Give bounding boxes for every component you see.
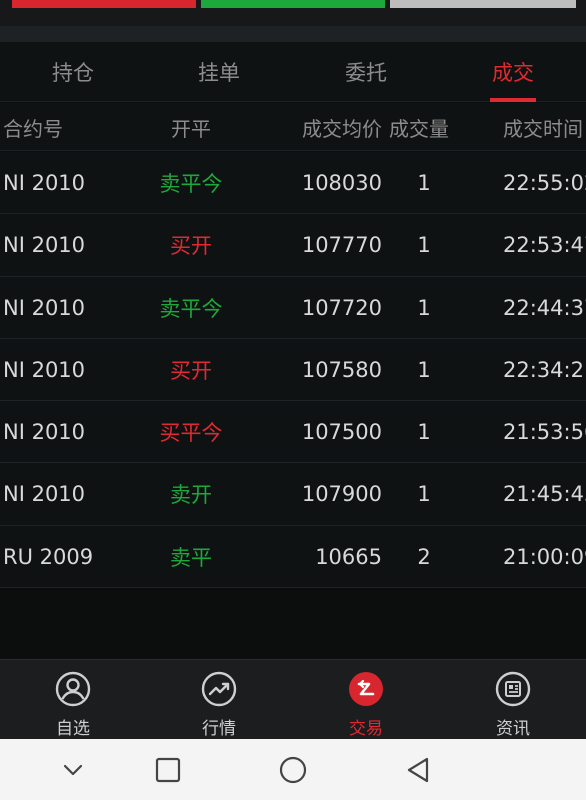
column-header-contract: 合约号 [3, 116, 63, 141]
cell-contract: NI 2010 [3, 482, 86, 507]
user-circle-icon [55, 671, 91, 707]
cell-avg-price: 107580 [301, 357, 382, 382]
nav-label: 行情 [202, 719, 236, 739]
table-row[interactable]: NI 2010 卖开 107900 1 21:45:45 [0, 463, 586, 526]
news-icon [495, 671, 531, 707]
tab-trades[interactable]: 成交 [440, 42, 586, 102]
table-row[interactable]: NI 2010 买开 107580 1 22:34:21 [0, 338, 586, 402]
table-header: 合约号 开平 成交均价 成交量 成交时间 [0, 103, 586, 151]
cell-volume: 1 [417, 357, 431, 382]
cell-contract: NI 2010 [3, 233, 86, 258]
trend-chart-icon [201, 671, 237, 707]
top-action-strip [0, 0, 586, 42]
cell-avg-price: 107900 [301, 482, 382, 507]
cell-volume: 1 [417, 482, 431, 507]
column-header-avg-price: 成交均价 [302, 116, 382, 141]
cell-time: 22:53:47 [503, 233, 586, 258]
cell-open-close: 买开 [170, 234, 212, 259]
trade-icon [349, 672, 383, 706]
cell-avg-price: 107770 [301, 233, 382, 258]
system-navigation-bar [0, 739, 586, 800]
column-header-open-close: 开平 [171, 116, 211, 141]
cell-open-close: 卖平 [170, 545, 212, 570]
cell-open-close: 卖平今 [159, 296, 223, 321]
cell-volume: 2 [417, 544, 431, 569]
active-tab-indicator [490, 98, 536, 102]
cell-contract: NI 2010 [3, 420, 86, 445]
back-triangle-icon[interactable] [401, 753, 435, 787]
table-row[interactable]: NI 2010 买开 107770 1 22:53:47 [0, 214, 586, 277]
cell-open-close: 买开 [170, 358, 212, 383]
nav-market[interactable]: 行情 [146, 660, 292, 740]
tab-pending-orders[interactable]: 挂单 [146, 42, 292, 102]
tab-entrusted-orders[interactable]: 委托 [293, 42, 439, 102]
nav-trade[interactable]: 交易 [293, 660, 439, 740]
cell-time: 21:45:45 [503, 482, 586, 507]
cell-time: 22:34:21 [503, 357, 586, 382]
cell-avg-price: 10665 [315, 544, 382, 569]
close-position-button[interactable] [390, 0, 576, 8]
cell-volume: 1 [417, 171, 431, 195]
cell-contract: NI 2010 [3, 357, 86, 382]
cell-volume: 1 [417, 233, 431, 258]
cell-avg-price: 108030 [301, 171, 382, 195]
bottom-navigation: 自选 行情 交易 资讯 [0, 659, 586, 739]
cell-open-close: 买平今 [159, 421, 223, 446]
table-row[interactable]: RU 2009 卖平 10665 2 21:00:09 [0, 525, 586, 589]
table-row[interactable]: NI 2010 买平今 107500 1 21:53:56 [0, 401, 586, 464]
cell-contract: NI 2010 [3, 295, 86, 320]
column-header-volume: 成交量 [389, 116, 449, 141]
cell-volume: 1 [417, 295, 431, 320]
recent-apps-square-icon[interactable] [151, 753, 185, 787]
section-divider [0, 26, 586, 42]
cell-open-close: 卖平今 [159, 172, 223, 196]
cell-open-close: 卖开 [170, 483, 212, 508]
buy-button[interactable] [12, 0, 196, 8]
nav-news[interactable]: 资讯 [440, 660, 586, 740]
cell-volume: 1 [417, 420, 431, 445]
nav-watchlist[interactable]: 自选 [0, 660, 146, 740]
cell-avg-price: 107500 [301, 420, 382, 445]
sell-button[interactable] [201, 0, 385, 8]
cell-time: 21:53:56 [503, 420, 586, 445]
cell-time: 22:55:02 [503, 171, 586, 195]
cell-avg-price: 107720 [301, 295, 382, 320]
cell-contract: NI 2010 [3, 171, 86, 195]
table-row[interactable]: NI 2010 卖平今 107720 1 22:44:37 [0, 276, 586, 339]
table-row[interactable]: NI 2010 卖平今 108030 1 22:55:02 [0, 152, 586, 215]
order-tabs: 持仓 挂单 委托 成交 [0, 42, 586, 102]
chevron-down-icon[interactable] [56, 753, 90, 787]
trades-table-body: NI 2010 卖平今 108030 1 22:55:02 NI 2010 买开 107770… [0, 152, 586, 589]
cell-contract: RU 2009 [3, 544, 94, 569]
nav-label: 自选 [56, 719, 90, 739]
cell-time: 22:44:37 [503, 295, 586, 320]
tab-positions[interactable]: 持仓 [0, 42, 146, 102]
nav-label: 交易 [349, 719, 383, 739]
home-circle-icon[interactable] [276, 753, 310, 787]
nav-label: 资讯 [496, 719, 530, 739]
cell-time: 21:00:09 [503, 544, 586, 569]
column-header-time: 成交时间 [503, 116, 583, 141]
